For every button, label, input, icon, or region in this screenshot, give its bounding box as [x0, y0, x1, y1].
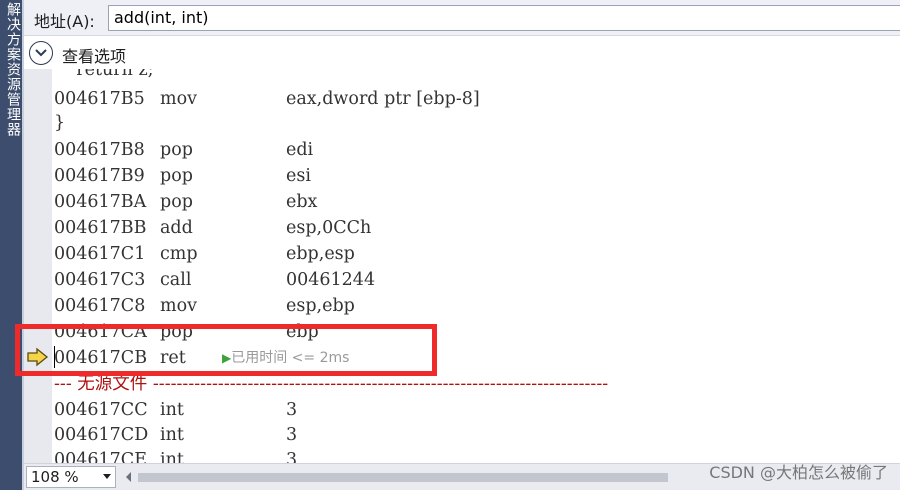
asm-address: 004617B9 [54, 166, 145, 186]
asm-address: 004617CD [54, 425, 149, 445]
asm-line[interactable]: 004617BB add esp,0CCh [54, 215, 900, 241]
asm-mnemonic: int [160, 450, 184, 463]
scroll-left-icon[interactable] [126, 472, 131, 482]
asm-line[interactable]: 004617C8 mov esp,ebp [54, 293, 900, 319]
solution-explorer-tab-label: 解决方案资源管理器 [5, 2, 21, 137]
asm-line[interactable]: 004617B8 pop edi [54, 137, 900, 163]
asm-mnemonic: int [160, 400, 184, 420]
asm-mnemonic: call [160, 270, 192, 290]
horizontal-scroll-thumb[interactable] [138, 473, 668, 482]
asm-mnemonic: cmp [160, 244, 198, 264]
asm-operands: 3 [286, 450, 298, 463]
asm-mnemonic: add [160, 218, 193, 238]
asm-line[interactable]: 004617C1 cmp ebp,esp [54, 241, 900, 267]
chevron-down-icon [35, 49, 47, 57]
asm-operands: edi [286, 140, 314, 160]
asm-line[interactable]: 004617B5 mov eax,dword ptr [ebp-8] [54, 86, 900, 112]
asm-address: 004617CE [54, 450, 147, 463]
source-line[interactable]: return z; [54, 69, 900, 83]
asm-mnemonic: mov [160, 296, 198, 316]
asm-address: 004617B8 [54, 140, 145, 160]
solution-explorer-tab[interactable]: 解决方案资源管理器 [0, 0, 22, 490]
asm-mnemonic: mov [160, 89, 198, 109]
view-options-row: 查看选项 [24, 37, 900, 69]
highlight-annotation-box [15, 324, 437, 376]
asm-address: 004617C3 [54, 270, 146, 290]
asm-address: 004617B5 [54, 89, 145, 109]
source-line[interactable]: } [54, 110, 900, 136]
dropdown-arrow-icon [103, 474, 111, 479]
no-source-text: --- 无源文件 -------------------------------… [54, 374, 609, 394]
asm-address: 004617BA [54, 192, 147, 212]
address-bar: 地址(A): add(int, int) [24, 0, 900, 36]
zoom-value: 108 % [31, 468, 79, 486]
address-input[interactable]: add(int, int) [108, 5, 900, 31]
asm-line[interactable]: 004617C3 call 00461244 [54, 267, 900, 293]
asm-operands: eax,dword ptr [ebp-8] [286, 89, 480, 109]
asm-operands: 00461244 [286, 270, 376, 290]
asm-mnemonic: int [160, 425, 184, 445]
asm-operands: esp,0CCh [286, 218, 372, 238]
asm-line[interactable]: 004617CC int 3 [54, 397, 900, 423]
asm-mnemonic: pop [160, 166, 193, 186]
disassembly-view[interactable]: return z; 004617B5 mov eax,dword ptr [eb… [24, 69, 900, 463]
watermark: CSDN @大柏怎么被偷了 [709, 463, 888, 482]
asm-line[interactable]: 004617B9 pop esi [54, 163, 900, 189]
asm-mnemonic: pop [160, 192, 193, 212]
zoom-dropdown[interactable]: 108 % [26, 466, 116, 488]
asm-operands: esi [286, 166, 311, 186]
asm-line[interactable]: 004617CD int 3 [54, 422, 900, 448]
asm-operands: 3 [286, 400, 298, 420]
asm-address: 004617C1 [54, 244, 146, 264]
asm-operands: 3 [286, 425, 298, 445]
source-text: return z; [54, 69, 154, 80]
asm-address: 004617CC [54, 400, 148, 420]
asm-operands: ebx [286, 192, 318, 212]
address-label: 地址(A): [34, 12, 95, 31]
asm-address: 004617C8 [54, 296, 146, 316]
asm-operands: ebp,esp [286, 244, 355, 264]
breakpoint-gutter[interactable] [24, 69, 52, 463]
view-options-toggle[interactable] [29, 41, 53, 65]
asm-line[interactable]: 004617BA pop ebx [54, 189, 900, 215]
asm-operands: esp,ebp [286, 296, 355, 316]
source-text: } [54, 113, 66, 133]
asm-mnemonic: pop [160, 140, 193, 160]
view-options-label: 查看选项 [62, 47, 127, 66]
asm-address: 004617BB [54, 218, 147, 238]
